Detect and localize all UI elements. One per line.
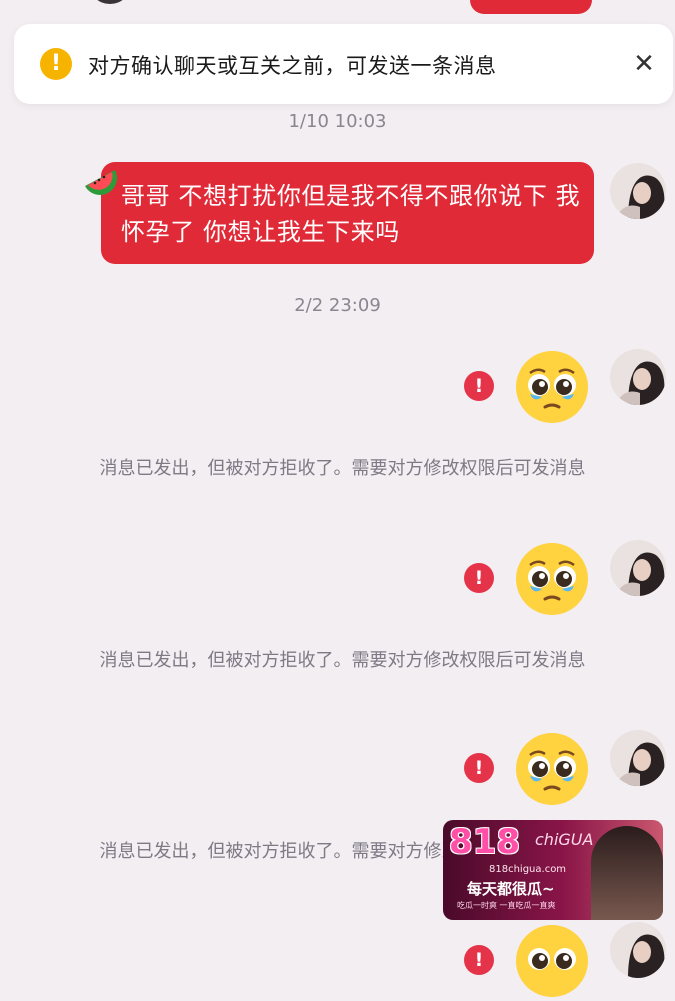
pleading-face-emoji[interactable]	[512, 921, 592, 1001]
rejected-notice: 消息已发出，但被对方拒收了。需要对方修改权限后可发消息	[99, 458, 586, 479]
error-icon[interactable]: !	[464, 945, 494, 975]
rejected-notice: 消息已发出，但被对方拒收了。需要对方修改权限后可发消息	[99, 650, 586, 671]
warning-icon: !	[40, 48, 72, 80]
error-icon[interactable]: !	[464, 371, 494, 401]
permission-banner: ! 对方确认聊天或互关之前，可发送一条消息 ✕	[14, 24, 673, 104]
error-icon[interactable]: !	[464, 563, 494, 593]
avatar[interactable]	[610, 163, 666, 219]
message-bubble[interactable]: 哥哥 不想打扰你但是我不得不跟你说下 我怀孕了 你想让我生下来吗	[101, 162, 594, 264]
ad-logo-sub: chiGUA	[535, 830, 594, 849]
avatar[interactable]	[610, 349, 666, 405]
error-icon[interactable]: !	[464, 753, 494, 783]
message-bubble-partial	[470, 0, 592, 14]
ad-photo	[591, 826, 663, 920]
avatar-partial	[88, 0, 132, 4]
timestamp: 2/2 23:09	[294, 295, 381, 316]
timestamp: 1/10 10:03	[288, 111, 387, 132]
banner-text: 对方确认聊天或互关之前，可发送一条消息	[88, 54, 497, 78]
watermark-ad: 818 chiGUA 818chigua.com 每天都很瓜~ 吃瓜一时爽 一直…	[443, 820, 663, 920]
pleading-face-emoji[interactable]	[512, 539, 592, 619]
pleading-face-emoji[interactable]	[512, 729, 592, 809]
ad-logo: 818	[449, 822, 520, 862]
avatar[interactable]	[610, 922, 666, 978]
message-text: 哥哥 不想打扰你但是我不得不跟你说下 我怀孕了 你想让我生下来吗	[121, 182, 581, 246]
ad-url: 818chigua.com	[489, 864, 567, 875]
close-icon[interactable]: ✕	[626, 46, 662, 82]
ad-slogan: 每天都很瓜~	[467, 880, 555, 898]
avatar[interactable]	[610, 540, 666, 596]
ad-tagline: 吃瓜一时爽 一直吃瓜一直爽	[457, 901, 556, 910]
pleading-face-emoji[interactable]	[512, 347, 592, 427]
avatar[interactable]	[610, 730, 666, 786]
watermelon-icon	[85, 170, 117, 195]
